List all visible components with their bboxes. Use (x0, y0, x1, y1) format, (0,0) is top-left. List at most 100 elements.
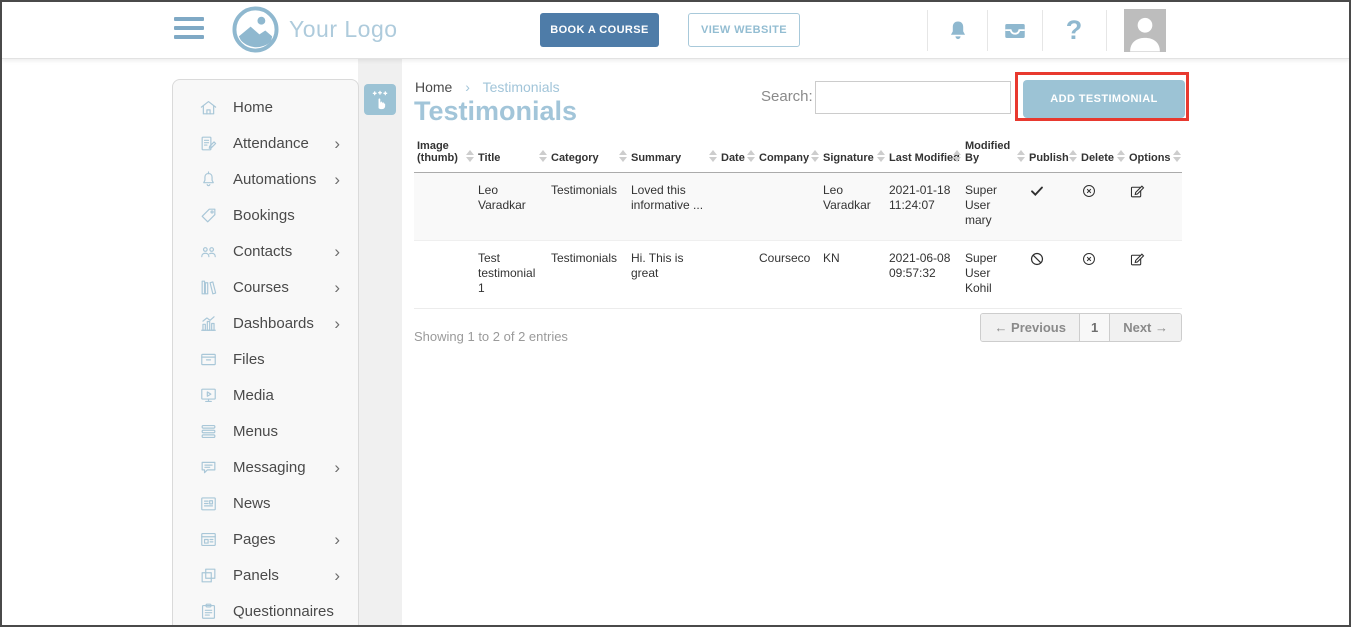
chevron-right-icon: › (334, 531, 340, 548)
pages-icon (199, 530, 218, 549)
sort-icon (953, 150, 961, 162)
sidebar-item-label: Automations (233, 171, 334, 188)
edit-options-icon[interactable] (1129, 251, 1146, 268)
courses-icon (199, 278, 218, 297)
sidebar-item-label: Questionnaires (233, 603, 340, 620)
sort-icon (811, 150, 819, 162)
cell-image (414, 173, 475, 241)
messaging-icon (199, 458, 218, 477)
cell-date (718, 241, 756, 309)
sidebar-item-courses[interactable]: Courses› (173, 269, 358, 305)
sidebar-item-label: Menus (233, 423, 340, 440)
header-divider (1106, 10, 1107, 51)
chevron-right-icon: › (334, 171, 340, 188)
sort-icon (877, 150, 885, 162)
breadcrumb-home-link[interactable]: Home (415, 79, 452, 95)
col-delete[interactable]: Delete (1078, 134, 1126, 173)
user-avatar[interactable] (1124, 9, 1166, 52)
cell-category: Testimonials (548, 241, 628, 309)
quick-action-hand-icon[interactable] (364, 84, 396, 115)
col-options[interactable]: Options (1126, 134, 1182, 173)
sidebar-item-files[interactable]: Files (173, 341, 358, 377)
add-testimonial-button[interactable]: ADD TESTIMONIAL (1023, 80, 1185, 118)
sidebar-item-label: News (233, 495, 340, 512)
logo-text: Your Logo (289, 16, 398, 43)
inbox-icon[interactable] (995, 10, 1035, 51)
publish-check-icon[interactable] (1029, 183, 1045, 199)
hamburger-menu-icon[interactable] (174, 17, 204, 43)
sidebar-item-automations[interactable]: Automations› (173, 161, 358, 197)
breadcrumb-current: Testimonials (483, 79, 560, 95)
help-question-mark: ? (1066, 15, 1083, 46)
header-divider (987, 10, 988, 51)
sidebar-item-label: Files (233, 351, 340, 368)
table-row: Test testimonial 1 Testimonials Hi. This… (414, 241, 1182, 309)
view-website-button[interactable]: VIEW WEBSITE (688, 13, 800, 47)
sidebar-item-panels[interactable]: Panels› (173, 557, 358, 593)
search-input[interactable] (815, 81, 1011, 114)
sidebar-item-news[interactable]: News (173, 485, 358, 521)
media-icon (199, 386, 218, 405)
page-number-button[interactable]: 1 (1080, 314, 1110, 341)
cell-signature: Leo Varadkar (820, 173, 886, 241)
sidebar-item-attendance[interactable]: Attendance› (173, 125, 358, 161)
chevron-right-icon: › (334, 459, 340, 476)
col-last-modified[interactable]: Last Modified (886, 134, 962, 173)
book-a-course-button[interactable]: BOOK A COURSE (540, 13, 659, 47)
notifications-bell-icon[interactable] (938, 10, 978, 51)
cell-date (718, 173, 756, 241)
edit-options-icon[interactable] (1129, 183, 1146, 200)
top-bar: Your Logo BOOK A COURSE VIEW WEBSITE ? (2, 2, 1349, 59)
col-company[interactable]: Company (756, 134, 820, 173)
sidebar-item-contacts[interactable]: Contacts› (173, 233, 358, 269)
sidebar-item-questionnaires[interactable]: Questionnaires (173, 593, 358, 627)
sidebar-item-pages[interactable]: Pages› (173, 521, 358, 557)
chevron-right-icon: › (334, 135, 340, 152)
sidebar-item-menus[interactable]: Menus (173, 413, 358, 449)
menus-icon (199, 422, 218, 441)
cell-last-modified: 2021-01-18 11:24:07 (886, 173, 962, 241)
sidebar-item-bookings[interactable]: Bookings (173, 197, 358, 233)
delete-icon[interactable] (1081, 251, 1097, 267)
sidebar: HomeAttendance›Automations›BookingsConta… (172, 79, 359, 627)
col-signature[interactable]: Signature (820, 134, 886, 173)
publish-blocked-icon[interactable] (1029, 251, 1045, 267)
sidebar-item-dashboards[interactable]: Dashboards› (173, 305, 358, 341)
cell-category: Testimonials (548, 173, 628, 241)
sidebar-item-home[interactable]: Home (173, 89, 358, 125)
cell-last-modified: 2021-06-08 09:57:32 (886, 241, 962, 309)
sort-icon (466, 150, 474, 162)
cell-company (756, 173, 820, 241)
col-modified-by[interactable]: Modified By (962, 134, 1026, 173)
next-page-button[interactable]: Next → (1110, 314, 1181, 341)
logo[interactable]: Your Logo (232, 6, 398, 53)
page-gutter (358, 59, 402, 627)
page-title: Testimonials (414, 96, 577, 127)
chevron-right-icon: › (334, 567, 340, 584)
sidebar-item-label: Messaging (233, 459, 334, 476)
sort-icon (1069, 150, 1077, 162)
annotation-highlight-box: ADD TESTIMONIAL (1015, 72, 1189, 121)
search-label: Search: (761, 88, 813, 105)
col-summary[interactable]: Summary (628, 134, 718, 173)
header-divider (1042, 10, 1043, 51)
sidebar-item-label: Contacts (233, 243, 334, 260)
delete-icon[interactable] (1081, 183, 1097, 199)
chevron-right-icon: › (334, 279, 340, 296)
pagination: ← Previous 1 Next → (980, 313, 1182, 342)
col-image[interactable]: Image (thumb) (414, 134, 475, 173)
col-category[interactable]: Category (548, 134, 628, 173)
contacts-icon (199, 242, 218, 261)
sidebar-item-messaging[interactable]: Messaging› (173, 449, 358, 485)
table-header-row: Image (thumb) Title Category Summary Dat… (414, 134, 1182, 173)
home-icon (199, 98, 218, 117)
col-publish[interactable]: Publish (1026, 134, 1078, 173)
help-icon[interactable]: ? (1054, 10, 1094, 51)
automations-icon (199, 170, 218, 189)
cell-modified-by: Super User Kohil (962, 241, 1026, 309)
previous-page-button[interactable]: ← Previous (981, 314, 1080, 341)
sort-icon (1117, 150, 1125, 162)
col-title[interactable]: Title (475, 134, 548, 173)
col-date[interactable]: Date (718, 134, 756, 173)
sidebar-item-media[interactable]: Media (173, 377, 358, 413)
